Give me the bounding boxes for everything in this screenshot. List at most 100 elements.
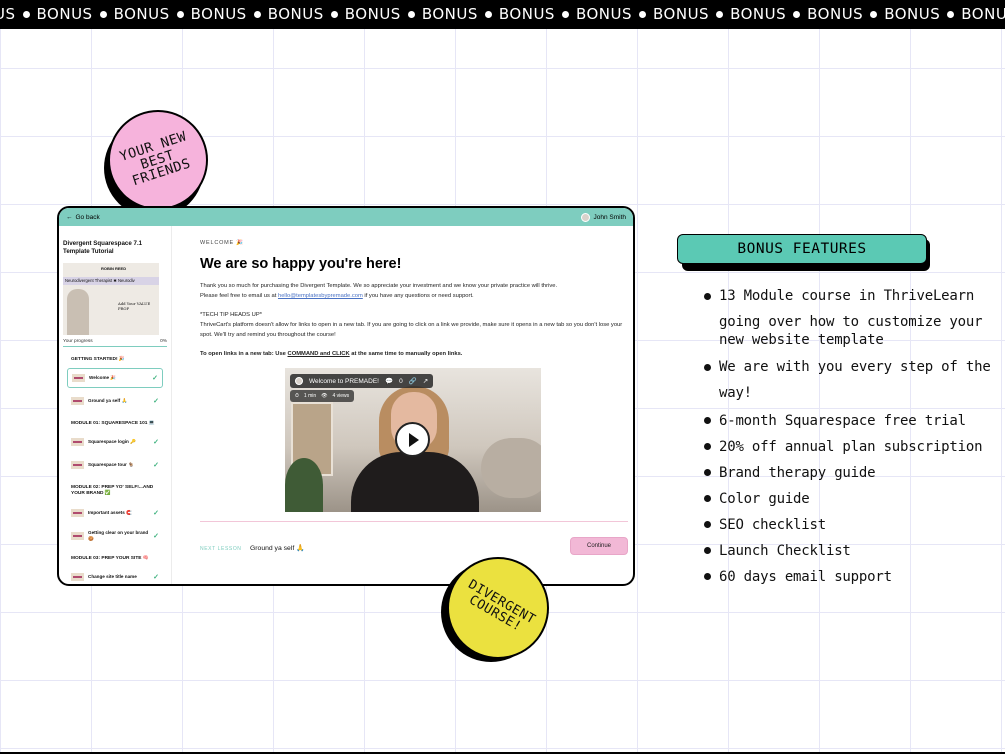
thumbnail-banner: Neurodivergent Therapist ✱ Neurodiv	[63, 276, 159, 285]
feature-text-continued: way!	[719, 385, 752, 401]
check-icon: ✓	[153, 397, 159, 405]
thumbnail-caption: Add Your VALUE PROP	[118, 300, 151, 311]
lesson-thumbnail	[71, 461, 84, 470]
sidebar-lesson[interactable]: Ground ya self 🙏 ✓	[67, 391, 163, 411]
ticker-item: BONUS	[492, 5, 569, 23]
lesson-thumbnail	[71, 572, 84, 581]
ticker-word: BONUS	[36, 5, 93, 23]
lesson-label: Change site title name	[88, 574, 137, 580]
badge-text: YOUR NEW BEST FRIENDS	[118, 128, 194, 190]
ticker-item: BONUS	[569, 5, 647, 23]
ticker-dot	[22, 10, 30, 18]
ticker-item: BONUS	[800, 5, 878, 23]
new-tab-pre: To open links in a new tab: Use	[200, 351, 288, 357]
user-name: John Smith	[593, 213, 626, 221]
lesson-thumbnail	[71, 531, 84, 540]
sidebar-lesson[interactable]: Squarespace tour 🐐 ✓	[67, 455, 163, 475]
progress-bar	[63, 345, 167, 347]
video-meta: ⏱ 1 min 👁 4 views	[290, 390, 355, 402]
tech-tip-paragraph: *TECH TIP HEADS UP* ThriveCart's platfor…	[200, 311, 628, 341]
module-title[interactable]: GETTING STARTED! 🎉	[71, 357, 167, 363]
thumbnail-logo: ROBIN REED	[101, 265, 127, 271]
ticker-dot	[716, 10, 724, 18]
video-avatar	[295, 377, 303, 385]
avatar	[581, 212, 591, 222]
sidebar-lesson[interactable]: Important assets 🧲 ✓	[67, 503, 163, 523]
ticker-word: BONUS	[344, 5, 401, 23]
check-icon: ✓	[153, 532, 159, 540]
bonus-ticker: US BONUS BONUS BONUS BONUS BONUS BONUS BONUS BON…	[0, 0, 1005, 29]
module-title[interactable]: MODULE 03: PREP YOUR SITE 🧠	[71, 556, 167, 562]
feature-item: SEO checklist	[704, 512, 994, 538]
play-icon	[409, 432, 419, 447]
email-pre-text: Please feel free to email us at	[200, 292, 278, 299]
ticker-dot	[639, 10, 647, 18]
sidebar-lesson[interactable]: Change site title name ✓	[67, 567, 163, 584]
course-sidebar: Divergent Squarespace 7.1 Template Tutor…	[59, 226, 172, 584]
ticker-track: US BONUS BONUS BONUS BONUS BONUS BONUS BONUS BON…	[0, 5, 1005, 23]
feature-text: 6-month Squarespace free trial	[719, 413, 966, 429]
feature-item: Launch Checklist	[704, 538, 994, 564]
welcome-video[interactable]: Welcome to PREMADE! 💬 0 🔗 ↗ ⏱ 1 min 👁 4 …	[285, 368, 541, 512]
new-tab-tip: To open links in a new tab: Use COMMAND …	[200, 350, 628, 360]
video-person-body	[351, 452, 479, 512]
ticker-word: BONUS	[267, 5, 324, 23]
lesson-label: Welcome 🎉	[89, 375, 117, 381]
badge-circle: YOUR NEW BEST FRIENDS	[108, 110, 208, 210]
next-lesson-label: NEXT LESSON	[200, 546, 242, 552]
thumbnail-person	[67, 288, 89, 335]
check-icon: ✓	[153, 573, 159, 581]
feature-text: 13 Module course in ThriveLearn	[719, 288, 975, 304]
ticker-item: US	[0, 5, 30, 23]
module-title[interactable]: MODULE 02: PREP YO' SELF!...AND YOUR BRA…	[71, 485, 167, 497]
play-button[interactable]	[395, 422, 430, 457]
ticker-item: BONUS	[107, 5, 184, 23]
ticker-word: BONUS	[575, 5, 633, 23]
video-duration: 1 min	[303, 393, 317, 399]
lesson-thumbnail	[72, 373, 85, 382]
eye-icon: 👁	[321, 393, 328, 399]
progress-value: 0%	[160, 338, 167, 344]
ticker-dot	[176, 10, 184, 18]
clock-icon: ⏱	[295, 393, 299, 399]
feature-text: Launch Checklist	[719, 543, 851, 559]
check-icon: ✓	[153, 509, 159, 517]
feature-item: Brand therapy guide	[704, 460, 994, 486]
feature-text: 20% off annual plan subscription	[719, 439, 983, 455]
next-lesson-title[interactable]: Ground ya self 🙏	[250, 544, 305, 552]
go-back-label: Go back	[75, 213, 100, 221]
ticker-item: BONUS	[30, 5, 107, 23]
feature-text-continued: going over how to customize your new web…	[719, 314, 983, 348]
course-title: Divergent Squarespace 7.1 Template Tutor…	[63, 240, 143, 256]
feature-item: 6-month Squarespace free trial	[704, 408, 994, 434]
ticker-word: BONUS	[653, 5, 710, 23]
video-views: 4 views	[332, 393, 350, 399]
ticker-dot	[561, 10, 569, 18]
email-link[interactable]: hello@templatesbypremade.com	[278, 293, 363, 299]
continue-button[interactable]: Continue	[570, 537, 628, 555]
ticker-dot	[407, 10, 415, 18]
badge-circle: DIVERGENT COURSE!	[447, 557, 549, 659]
course-thumbnail: ROBIN REED Neurodivergent Therapist ✱ Ne…	[63, 262, 159, 335]
sidebar-lesson[interactable]: Squarespace login 🔑 ✓	[67, 432, 163, 452]
lesson-label: Important assets 🧲	[88, 509, 132, 515]
external-link-icon[interactable]: ↗	[423, 377, 428, 385]
tech-tip-body: ThriveCart's platform doesn't allow for …	[200, 321, 623, 338]
module-title[interactable]: MODULE 01: SQUARESPACE 101 💻	[71, 421, 167, 427]
user-menu[interactable]: John Smith	[581, 212, 626, 222]
feature-item: 13 Module course in ThriveLearn going ove…	[704, 284, 994, 349]
comment-icon[interactable]: 💬	[385, 377, 393, 385]
sidebar-lesson[interactable]: Getting clear on your brand 🍪 ✓	[67, 526, 163, 546]
ticker-dot	[330, 10, 338, 18]
link-icon[interactable]: 🔗	[409, 377, 417, 385]
ticker-item: BONUS	[954, 5, 1005, 23]
ticker-dot	[253, 10, 261, 18]
sidebar-lesson[interactable]: Welcome 🎉 ✓	[67, 367, 163, 388]
module-list: GETTING STARTED! 🎉 Welcome 🎉 ✓ Ground ya se…	[63, 357, 167, 584]
comment-count: 0	[399, 377, 403, 385]
go-back-link[interactable]: ← Go back	[66, 214, 100, 221]
lesson-label: Squarespace tour 🐐	[88, 462, 134, 468]
video-bg-plant	[285, 458, 323, 512]
welcome-paragraph: Thank you so much for purchasing the Div…	[200, 282, 628, 302]
feature-item: Color guide	[704, 486, 994, 512]
